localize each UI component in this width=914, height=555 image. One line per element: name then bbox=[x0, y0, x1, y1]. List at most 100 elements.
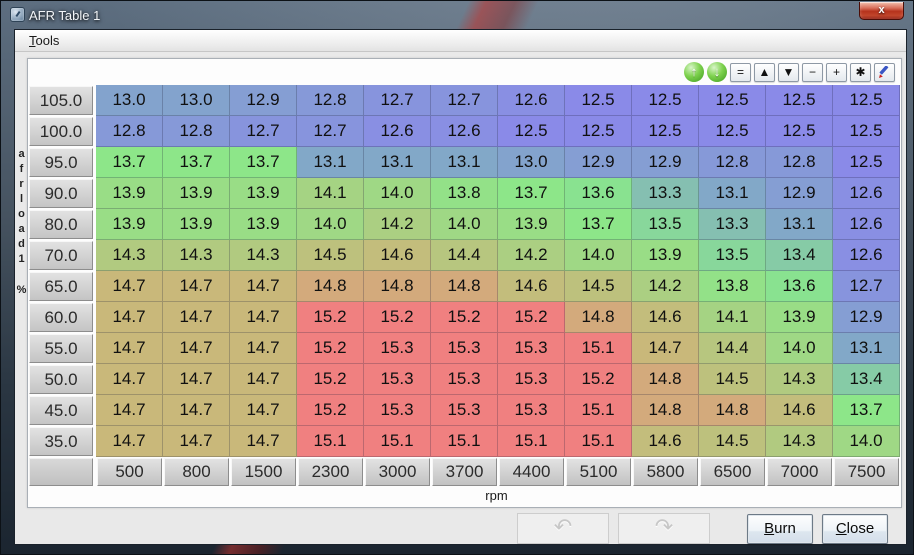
table-cell[interactable]: 14.5 bbox=[565, 271, 632, 302]
table-cell[interactable]: 14.4 bbox=[699, 333, 766, 364]
table-cell[interactable]: 14.3 bbox=[766, 364, 833, 395]
table-cell[interactable]: 15.3 bbox=[498, 333, 565, 364]
table-cell[interactable]: 14.2 bbox=[498, 240, 565, 271]
table-cell[interactable]: 14.6 bbox=[498, 271, 565, 302]
increase-all-button[interactable]: ▲ bbox=[754, 63, 775, 82]
titlebar[interactable]: AFR Table 1 x bbox=[1, 1, 913, 29]
table-cell[interactable]: 14.7 bbox=[163, 364, 230, 395]
export-table-up-icon[interactable]: ↑ bbox=[684, 62, 704, 82]
table-cell[interactable]: 12.5 bbox=[498, 116, 565, 147]
table-cell[interactable]: 14.7 bbox=[632, 333, 699, 364]
column-header[interactable]: 5800 bbox=[633, 458, 698, 486]
table-cell[interactable]: 15.1 bbox=[565, 333, 632, 364]
column-header[interactable]: 500 bbox=[97, 458, 162, 486]
table-cell[interactable]: 12.5 bbox=[833, 85, 900, 116]
table-cell[interactable]: 12.5 bbox=[565, 116, 632, 147]
row-header[interactable]: 60.0 bbox=[29, 303, 93, 332]
table-cell[interactable]: 15.3 bbox=[431, 395, 498, 426]
table-cell[interactable]: 15.1 bbox=[364, 426, 431, 457]
column-header[interactable]: 4400 bbox=[499, 458, 564, 486]
table-cell[interactable]: 15.1 bbox=[431, 426, 498, 457]
table-cell[interactable]: 14.7 bbox=[96, 395, 163, 426]
table-cell[interactable]: 14.7 bbox=[96, 271, 163, 302]
table-cell[interactable]: 14.3 bbox=[766, 426, 833, 457]
table-cell[interactable]: 13.8 bbox=[431, 178, 498, 209]
table-cell[interactable]: 14.5 bbox=[699, 426, 766, 457]
table-cell[interactable]: 12.5 bbox=[833, 147, 900, 178]
column-header[interactable]: 7000 bbox=[767, 458, 832, 486]
column-header[interactable]: 2300 bbox=[298, 458, 363, 486]
table-cell[interactable]: 13.0 bbox=[498, 147, 565, 178]
table-cell[interactable]: 12.6 bbox=[833, 240, 900, 271]
table-cell[interactable]: 15.1 bbox=[297, 426, 364, 457]
table-cell[interactable]: 13.9 bbox=[230, 178, 297, 209]
table-cell[interactable]: 14.8 bbox=[431, 271, 498, 302]
undo-button[interactable]: ↶ bbox=[517, 513, 609, 544]
table-cell[interactable]: 13.9 bbox=[163, 178, 230, 209]
table-cell[interactable]: 13.9 bbox=[766, 302, 833, 333]
table-cell[interactable]: 15.3 bbox=[364, 364, 431, 395]
row-header[interactable]: 70.0 bbox=[29, 241, 93, 270]
window-close-button[interactable]: x bbox=[859, 2, 904, 20]
import-table-down-icon[interactable]: ↓ bbox=[707, 62, 727, 82]
table-cell[interactable]: 12.7 bbox=[833, 271, 900, 302]
column-header[interactable]: 3000 bbox=[365, 458, 430, 486]
row-header[interactable]: 55.0 bbox=[29, 334, 93, 363]
table-cell[interactable]: 12.7 bbox=[364, 85, 431, 116]
table-cell[interactable]: 14.7 bbox=[96, 364, 163, 395]
table-cell[interactable]: 14.7 bbox=[230, 271, 297, 302]
decrease-all-button[interactable]: ▼ bbox=[778, 63, 799, 82]
table-cell[interactable]: 13.6 bbox=[565, 178, 632, 209]
table-cell[interactable]: 15.1 bbox=[498, 426, 565, 457]
table-cell[interactable]: 14.2 bbox=[364, 209, 431, 240]
table-cell[interactable]: 14.3 bbox=[163, 240, 230, 271]
table-cell[interactable]: 12.5 bbox=[632, 116, 699, 147]
table-cell[interactable]: 14.8 bbox=[364, 271, 431, 302]
table-cell[interactable]: 15.2 bbox=[297, 364, 364, 395]
table-cell[interactable]: 12.5 bbox=[766, 116, 833, 147]
table-cell[interactable]: 13.7 bbox=[163, 147, 230, 178]
table-cell[interactable]: 14.7 bbox=[163, 302, 230, 333]
row-header[interactable]: 95.0 bbox=[29, 148, 93, 177]
row-header[interactable]: 105.0 bbox=[29, 86, 93, 115]
row-header[interactable]: 45.0 bbox=[29, 396, 93, 425]
table-cell[interactable]: 13.7 bbox=[230, 147, 297, 178]
table-cell[interactable]: 14.6 bbox=[632, 302, 699, 333]
table-cell[interactable]: 15.2 bbox=[498, 302, 565, 333]
table-cell[interactable]: 14.7 bbox=[230, 364, 297, 395]
table-cell[interactable]: 13.9 bbox=[498, 209, 565, 240]
table-cell[interactable]: 14.7 bbox=[96, 302, 163, 333]
table-cell[interactable]: 12.9 bbox=[565, 147, 632, 178]
table-cell[interactable]: 14.1 bbox=[699, 302, 766, 333]
table-cell[interactable]: 14.2 bbox=[632, 271, 699, 302]
table-cell[interactable]: 12.9 bbox=[766, 178, 833, 209]
table-cell[interactable]: 13.5 bbox=[632, 209, 699, 240]
table-cell[interactable]: 14.6 bbox=[632, 426, 699, 457]
table-cell[interactable]: 13.7 bbox=[498, 178, 565, 209]
table-cell[interactable]: 14.0 bbox=[431, 209, 498, 240]
table-cell[interactable]: 15.1 bbox=[565, 395, 632, 426]
table-cell[interactable]: 12.8 bbox=[163, 116, 230, 147]
menu-tools[interactable]: Tools bbox=[21, 30, 67, 51]
table-cell[interactable]: 14.6 bbox=[766, 395, 833, 426]
table-cell[interactable]: 13.5 bbox=[699, 240, 766, 271]
table-cell[interactable]: 14.8 bbox=[565, 302, 632, 333]
table-cell[interactable]: 15.1 bbox=[565, 426, 632, 457]
scale-button[interactable]: ✱ bbox=[850, 63, 871, 82]
table-cell[interactable]: 14.7 bbox=[163, 333, 230, 364]
table-cell[interactable]: 13.4 bbox=[766, 240, 833, 271]
table-cell[interactable]: 13.9 bbox=[230, 209, 297, 240]
table-cell[interactable]: 14.0 bbox=[364, 178, 431, 209]
table-cell[interactable]: 14.1 bbox=[297, 178, 364, 209]
table-cell[interactable]: 12.8 bbox=[699, 147, 766, 178]
edit-pencil-button[interactable] bbox=[874, 63, 895, 82]
row-header[interactable]: 35.0 bbox=[29, 427, 93, 456]
table-cell[interactable]: 14.7 bbox=[230, 426, 297, 457]
set-equal-button[interactable]: = bbox=[730, 63, 751, 82]
table-cell[interactable]: 15.3 bbox=[498, 364, 565, 395]
table-cell[interactable]: 15.2 bbox=[364, 302, 431, 333]
table-cell[interactable]: 13.9 bbox=[96, 178, 163, 209]
table-cell[interactable]: 13.1 bbox=[364, 147, 431, 178]
column-header[interactable]: 6500 bbox=[700, 458, 765, 486]
table-cell[interactable]: 13.6 bbox=[766, 271, 833, 302]
